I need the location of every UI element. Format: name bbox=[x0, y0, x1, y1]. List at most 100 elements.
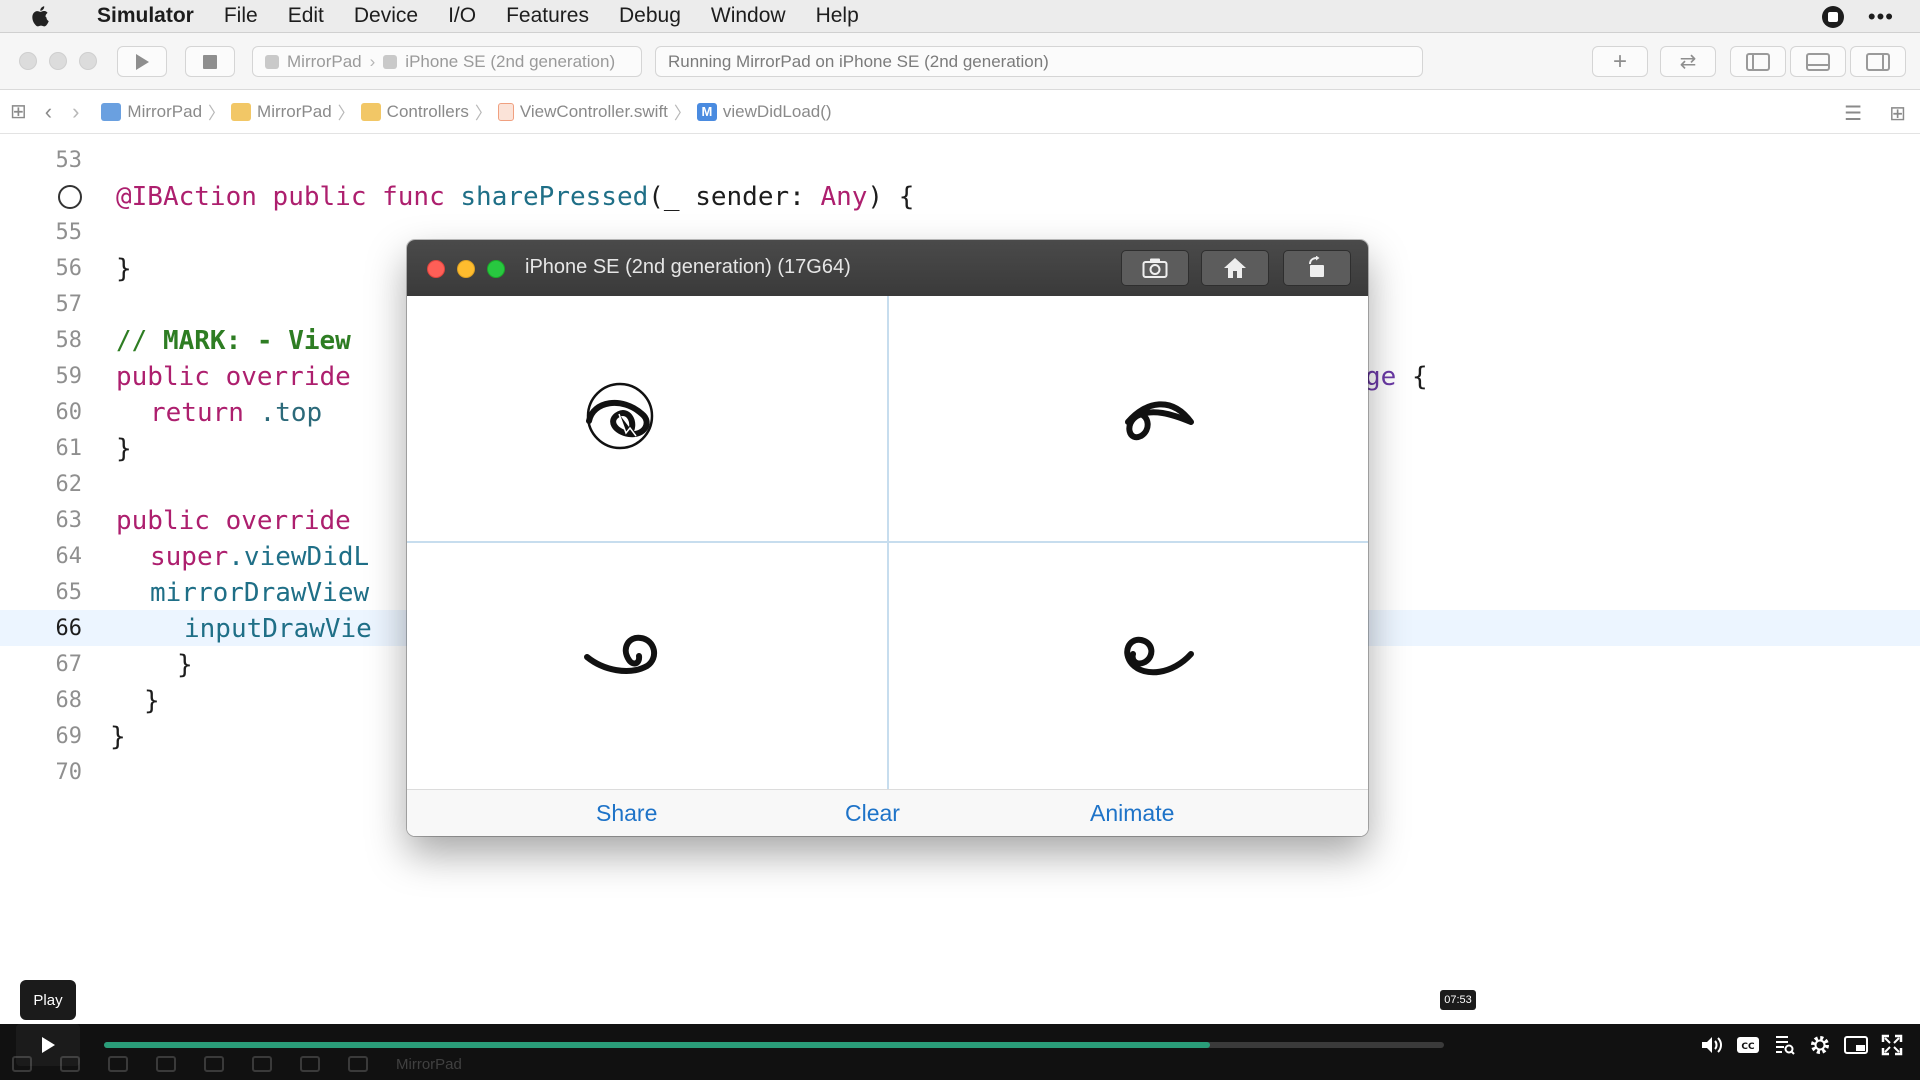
share-button[interactable]: Share bbox=[596, 800, 657, 827]
toggle-navigator-button[interactable] bbox=[1730, 46, 1786, 77]
simulator-title-bar[interactable]: iPhone SE (2nd generation) (17G64) bbox=[407, 240, 1368, 296]
clear-button[interactable]: Clear bbox=[845, 800, 900, 827]
screen-recording-icon[interactable] bbox=[1821, 5, 1844, 28]
back-icon[interactable]: ‹ bbox=[45, 99, 52, 125]
code-text: @IBAction public func sharePressed(_ sen… bbox=[116, 182, 915, 212]
editor-options-icon[interactable]: ☰ bbox=[1844, 101, 1862, 126]
line-number: 65 bbox=[55, 580, 83, 605]
apple-logo-icon[interactable] bbox=[0, 5, 82, 27]
code-text: ge { bbox=[1365, 362, 1428, 392]
stop-button[interactable] bbox=[185, 46, 235, 77]
menu-file[interactable]: File bbox=[209, 4, 273, 28]
window-close-button[interactable] bbox=[19, 52, 37, 70]
sim-close-button[interactable] bbox=[427, 260, 445, 278]
code-text: mirrorDrawView bbox=[150, 578, 370, 608]
grid-icon[interactable]: ⊞ bbox=[10, 99, 27, 124]
line-number: 66 bbox=[55, 616, 83, 641]
xcode-toolbar: MirrorPad › iPhone SE (2nd generation) R… bbox=[0, 33, 1920, 90]
toggle-inspector-button[interactable] bbox=[1850, 46, 1906, 77]
menu-debug[interactable]: Debug bbox=[604, 4, 696, 28]
activity-status: Running MirrorPad on iPhone SE (2nd gene… bbox=[655, 46, 1423, 77]
line-number: 53 bbox=[55, 148, 83, 173]
code-text: } bbox=[116, 254, 132, 284]
code-text: public override bbox=[116, 506, 351, 536]
animate-button[interactable]: Animate bbox=[1090, 800, 1174, 827]
breadcrumb-group[interactable]: MirrorPad bbox=[231, 102, 332, 122]
debug-step-over-icon bbox=[108, 1056, 128, 1072]
home-button[interactable] bbox=[1201, 250, 1269, 286]
sim-zoom-button[interactable] bbox=[487, 260, 505, 278]
run-button[interactable] bbox=[117, 46, 167, 77]
line-number: 59 bbox=[55, 364, 83, 389]
stroke-top-left bbox=[586, 382, 654, 450]
menu-io[interactable]: I/O bbox=[433, 4, 491, 28]
breadcrumb-separator: 〉 bbox=[474, 104, 492, 123]
breadcrumb-project[interactable]: MirrorPad bbox=[101, 102, 202, 122]
menu-device[interactable]: Device bbox=[339, 4, 433, 28]
line-number: 58 bbox=[55, 328, 83, 353]
breadcrumb-method[interactable]: M viewDidLoad() bbox=[696, 101, 832, 122]
menu-edit[interactable]: Edit bbox=[273, 4, 339, 28]
forward-icon[interactable]: › bbox=[72, 99, 79, 125]
screenshot-button[interactable] bbox=[1121, 250, 1189, 286]
menu-help[interactable]: Help bbox=[801, 4, 874, 28]
folder-icon bbox=[360, 102, 381, 121]
stroke-bottom-right bbox=[1124, 636, 1194, 676]
stroke-bottom-left bbox=[584, 634, 658, 674]
breadcrumb-label: viewDidLoad() bbox=[722, 101, 832, 121]
app-toolbar: Share Clear Animate bbox=[407, 789, 1368, 836]
library-button[interactable]: + bbox=[1592, 46, 1648, 77]
menu-window[interactable]: Window bbox=[696, 4, 801, 28]
play-tooltip: Play bbox=[20, 980, 76, 1020]
breadcrumb-separator: 〉 bbox=[208, 104, 226, 123]
toggle-debug-area-button[interactable] bbox=[1790, 46, 1846, 77]
code-text: } bbox=[144, 686, 160, 716]
line-number: 67 bbox=[55, 652, 83, 677]
add-editor-icon[interactable]: ⊞ bbox=[1889, 101, 1906, 126]
code-text: return .top bbox=[150, 398, 323, 428]
rotate-button[interactable] bbox=[1283, 250, 1351, 286]
window-minimize-button[interactable] bbox=[49, 52, 67, 70]
line-number: 55 bbox=[55, 220, 83, 245]
line-number: 68 bbox=[55, 688, 83, 713]
breadcrumb-label: ViewController.swift bbox=[519, 101, 668, 121]
line-number: 63 bbox=[55, 508, 83, 533]
code-text: super.viewDidL bbox=[150, 542, 370, 572]
scheme-selector[interactable]: MirrorPad › iPhone SE (2nd generation) bbox=[252, 46, 642, 77]
outlet-connection-icon[interactable] bbox=[58, 185, 82, 209]
stroke-top-right bbox=[1125, 401, 1194, 441]
menu-app-name[interactable]: Simulator bbox=[82, 4, 209, 28]
code-review-button[interactable]: ⇄ bbox=[1660, 46, 1716, 77]
iphone-screen[interactable]: Share Clear Animate bbox=[407, 296, 1368, 836]
simulator-title: iPhone SE (2nd generation) (17G64) bbox=[525, 256, 851, 278]
debug-view-hierarchy-icon bbox=[252, 1056, 272, 1072]
camera-icon bbox=[1142, 258, 1168, 278]
breadcrumb-file[interactable]: ViewController.swift bbox=[497, 101, 668, 122]
jump-bar: ⊞ ‹ › MirrorPad 〉 MirrorPad 〉 Controller… bbox=[0, 90, 1920, 134]
debug-simulate-location-icon bbox=[348, 1056, 368, 1072]
menu-features[interactable]: Features bbox=[491, 4, 604, 28]
debug-target-label: MirrorPad bbox=[396, 1055, 462, 1073]
code-text: } bbox=[116, 434, 132, 464]
screen: Simulator File Edit Device I/O Features … bbox=[0, 0, 1920, 1080]
device-icon bbox=[383, 54, 398, 69]
code-line: 53 bbox=[0, 142, 1920, 178]
sim-minimize-button[interactable] bbox=[457, 260, 475, 278]
left-panel-icon bbox=[1746, 52, 1770, 71]
plus-icon: + bbox=[1612, 47, 1627, 75]
line-number: 57 bbox=[55, 292, 83, 317]
home-icon bbox=[1224, 258, 1246, 278]
breadcrumb-folder[interactable]: Controllers bbox=[360, 102, 469, 122]
debug-area-icon bbox=[12, 1056, 32, 1072]
line-number: 64 bbox=[55, 544, 83, 569]
right-panel-icon bbox=[1866, 52, 1890, 71]
menu-extras: ••• bbox=[1821, 0, 1894, 33]
more-icon[interactable]: ••• bbox=[1868, 4, 1894, 30]
code-text: } bbox=[110, 722, 126, 752]
window-zoom-button[interactable] bbox=[79, 52, 97, 70]
swap-arrows-icon: ⇄ bbox=[1679, 51, 1697, 73]
drawing-canvas[interactable] bbox=[407, 296, 1368, 789]
play-icon bbox=[136, 53, 149, 70]
hover-timestamp: 07:53 bbox=[1440, 990, 1476, 1010]
app-icon bbox=[265, 54, 279, 69]
